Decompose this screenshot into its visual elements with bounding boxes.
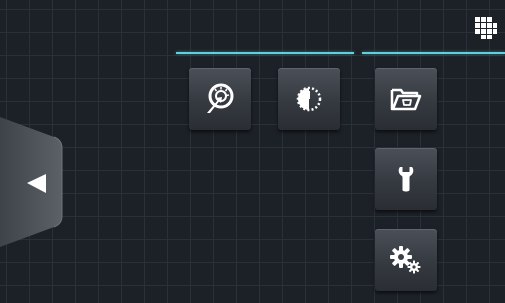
folder-button[interactable]	[375, 68, 437, 130]
main-screen	[0, 0, 505, 303]
side-panel-tab[interactable]	[0, 117, 64, 247]
dial-button[interactable]	[189, 68, 251, 130]
settings-button[interactable]	[375, 229, 437, 291]
wrench-icon	[398, 167, 414, 192]
apps-menu-button[interactable]	[475, 17, 497, 39]
open-folder-icon	[390, 88, 422, 111]
group-divider-right	[362, 52, 505, 54]
gauge-pointer-icon	[207, 83, 234, 113]
service-button[interactable]	[375, 148, 437, 210]
grid-icon	[475, 17, 497, 39]
timer-button[interactable]	[278, 68, 340, 130]
group-divider-left	[176, 52, 354, 54]
timer-icon	[296, 86, 322, 112]
gears-icon	[390, 246, 421, 274]
side-tab-shape	[0, 117, 63, 247]
